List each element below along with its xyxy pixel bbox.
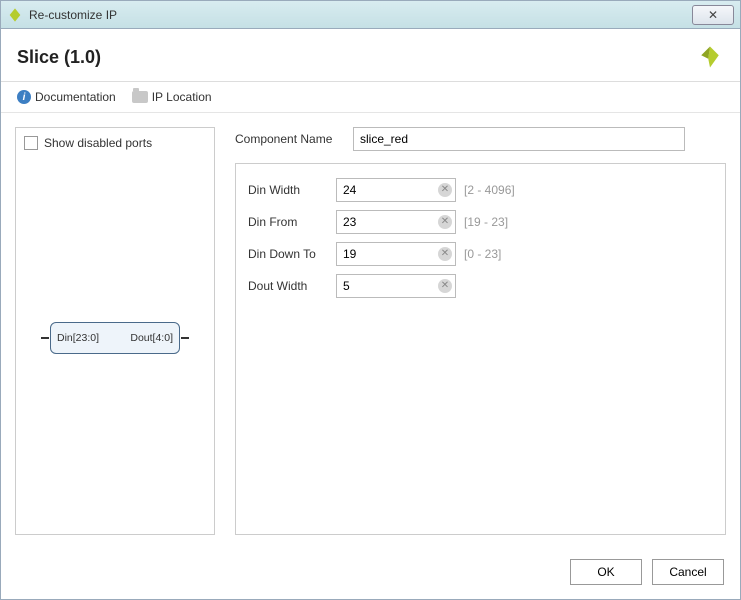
page-title: Slice (1.0) [17, 47, 101, 68]
din-width-label: Din Width [248, 183, 328, 197]
block-dout-label: Dout[4:0] [130, 332, 173, 344]
close-icon: ✕ [708, 8, 718, 22]
din-width-hint: [2 - 4096] [464, 183, 515, 197]
vendor-logo-icon [696, 43, 724, 71]
din-down-to-label: Din Down To [248, 247, 328, 261]
titlebar-text: Re-customize IP [29, 8, 692, 22]
dout-width-input-wrap: ✕ [336, 274, 456, 298]
din-width-row: Din Width ✕ [2 - 4096] [248, 178, 713, 202]
clear-icon[interactable]: ✕ [438, 279, 452, 293]
footer: OK Cancel [1, 549, 740, 599]
ip-block[interactable]: Din[23:0] Dout[4:0] [50, 322, 180, 354]
component-name-row: Component Name [235, 127, 726, 151]
dialog-window: Re-customize IP ✕ Slice (1.0) i Document… [0, 0, 741, 600]
show-disabled-ports-checkbox[interactable] [24, 136, 38, 150]
din-down-to-row: Din Down To ✕ [0 - 23] [248, 242, 713, 266]
din-from-label: Din From [248, 215, 328, 229]
ok-button[interactable]: OK [570, 559, 642, 585]
form-panel: Component Name Din Width ✕ [2 - 4096] Di… [235, 127, 726, 535]
dout-width-row: Dout Width ✕ [248, 274, 713, 298]
ip-location-label: IP Location [152, 90, 212, 104]
component-name-label: Component Name [235, 132, 345, 146]
documentation-link[interactable]: i Documentation [17, 90, 116, 104]
content-area: Show disabled ports Din[23:0] Dout[4:0] … [1, 113, 740, 549]
din-from-row: Din From ✕ [19 - 23] [248, 210, 713, 234]
block-din-label: Din[23:0] [57, 332, 99, 344]
component-name-input-wrap [353, 127, 685, 151]
titlebar[interactable]: Re-customize IP ✕ [1, 1, 740, 29]
toolbar: i Documentation IP Location [1, 82, 740, 113]
dout-width-label: Dout Width [248, 279, 328, 293]
din-down-to-input-wrap: ✕ [336, 242, 456, 266]
header: Slice (1.0) [1, 29, 740, 82]
din-width-input-wrap: ✕ [336, 178, 456, 202]
preview-panel: Show disabled ports Din[23:0] Dout[4:0] [15, 127, 215, 535]
window-close-button[interactable]: ✕ [692, 5, 734, 25]
parameters-box: Din Width ✕ [2 - 4096] Din From ✕ [19 - … [235, 163, 726, 535]
din-from-hint: [19 - 23] [464, 215, 508, 229]
component-name-input[interactable] [353, 127, 685, 151]
show-disabled-ports-row: Show disabled ports [24, 136, 206, 150]
din-down-to-hint: [0 - 23] [464, 247, 501, 261]
clear-icon[interactable]: ✕ [438, 215, 452, 229]
show-disabled-ports-label: Show disabled ports [44, 136, 152, 150]
ip-location-link[interactable]: IP Location [132, 90, 212, 104]
info-icon: i [17, 90, 31, 104]
documentation-label: Documentation [35, 90, 116, 104]
folder-icon [132, 91, 148, 103]
din-from-input-wrap: ✕ [336, 210, 456, 234]
clear-icon[interactable]: ✕ [438, 247, 452, 261]
block-diagram-area: Din[23:0] Dout[4:0] [24, 150, 206, 526]
app-icon [7, 7, 23, 23]
clear-icon[interactable]: ✕ [438, 183, 452, 197]
cancel-button[interactable]: Cancel [652, 559, 724, 585]
